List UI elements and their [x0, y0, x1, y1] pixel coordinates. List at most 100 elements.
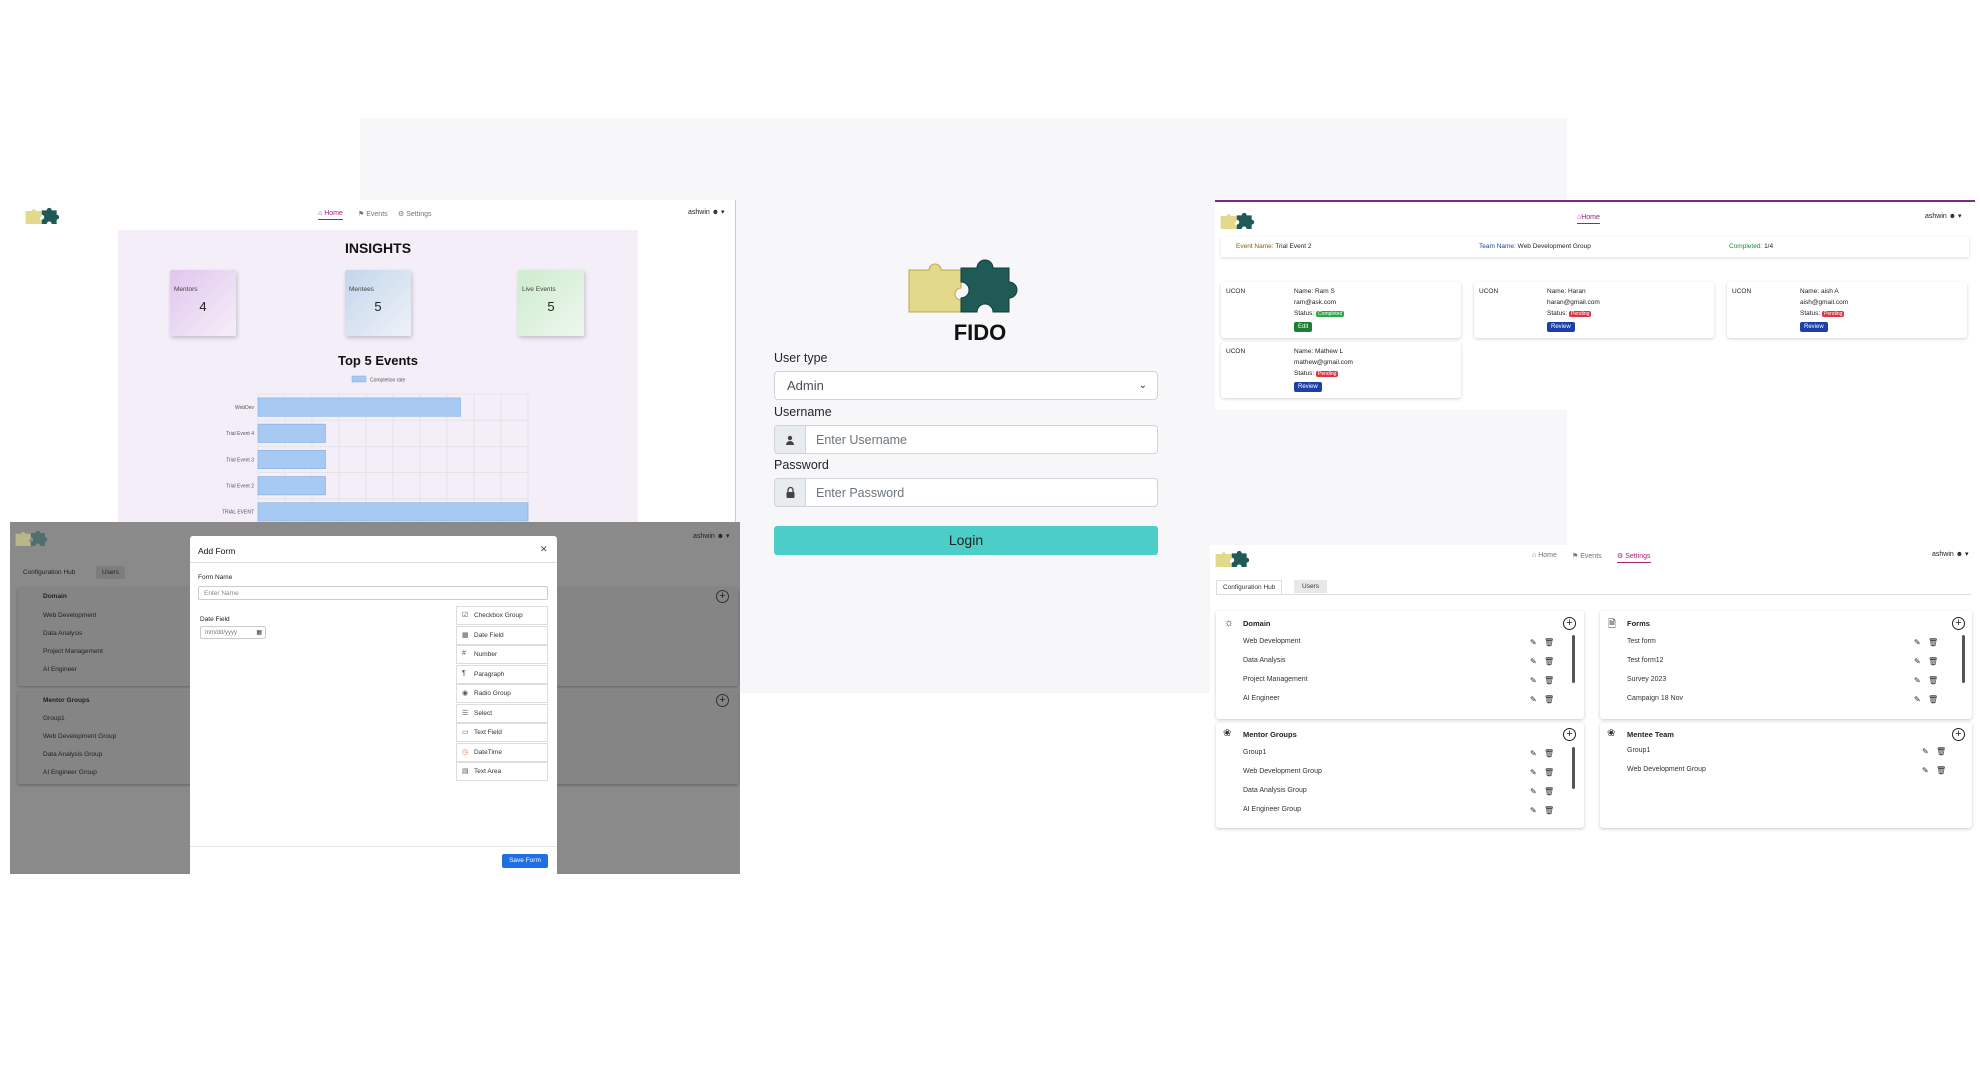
add-mentor-group-icon[interactable]: +: [716, 694, 729, 707]
user-menu[interactable]: ashwin ☻ ▾: [1932, 550, 1969, 558]
mentee-status: Status: Pending: [1294, 370, 1339, 377]
tab-configuration-hub[interactable]: Configuration Hub: [23, 569, 75, 576]
domain-item: AI Engineer: [43, 666, 77, 673]
date-field-input[interactable]: mm/dd/yyyy ▦: [200, 626, 266, 639]
add-form-icon[interactable]: +: [1952, 617, 1965, 630]
scrollbar[interactable]: [1572, 747, 1575, 789]
add-domain-icon[interactable]: +: [1563, 617, 1576, 630]
delete-icon[interactable]: 🗑: [1544, 657, 1554, 666]
edit-icon[interactable]: ✎: [1530, 676, 1537, 685]
tab-users[interactable]: Users: [96, 566, 125, 579]
username-input[interactable]: Enter Username: [806, 425, 1158, 454]
nav-settings[interactable]: ⚙ Settings: [398, 210, 432, 218]
mentee-name: Name: Mathew L: [1294, 348, 1344, 355]
modal-title: Add Form: [198, 546, 236, 556]
user-menu[interactable]: ashwin ☻ ▾: [693, 532, 730, 540]
group-icon: ❀: [1607, 728, 1616, 739]
domain-item: AI Engineer: [1243, 695, 1280, 702]
save-form-button[interactable]: Save Form: [502, 854, 548, 868]
delete-icon[interactable]: 🗑: [1544, 768, 1554, 777]
edit-icon[interactable]: ✎: [1530, 768, 1537, 777]
review-button[interactable]: Review: [1294, 382, 1322, 392]
form-item: Survey 2023: [1627, 676, 1667, 683]
palette-text-area[interactable]: ▤ Text Area: [456, 762, 548, 781]
y-tick-label: Trial Event 3: [226, 457, 254, 463]
scrollbar[interactable]: [1572, 635, 1575, 683]
delete-icon[interactable]: 🗑: [1544, 787, 1554, 796]
edit-icon[interactable]: ✎: [1914, 695, 1921, 704]
edit-icon[interactable]: ✎: [1530, 657, 1537, 666]
palette-checkbox-group[interactable]: ☑ Checkbox Group: [456, 606, 548, 625]
user-menu[interactable]: ashwin ☻ ▾: [1925, 212, 1962, 220]
mentee-name: Name: aish A: [1800, 288, 1839, 295]
delete-icon[interactable]: 🗑: [1544, 676, 1554, 685]
nav-home[interactable]: ⌂ Home: [318, 210, 343, 220]
forms-title: Forms: [1627, 619, 1650, 628]
nav-home[interactable]: ⌂Home: [1577, 214, 1600, 224]
add-mentee-team-icon[interactable]: +: [1952, 728, 1965, 741]
paragraph-icon: ¶: [462, 669, 466, 677]
mentor-group-item: Group1: [1243, 749, 1267, 756]
edit-icon[interactable]: ✎: [1914, 676, 1921, 685]
username-label: Username: [774, 405, 832, 419]
edit-icon[interactable]: ✎: [1530, 806, 1537, 815]
live-events-label: Live Events: [522, 286, 556, 293]
edit-icon[interactable]: ✎: [1922, 766, 1929, 775]
delete-icon[interactable]: 🗑: [1936, 747, 1946, 756]
radio-group-icon: ◉: [462, 690, 469, 697]
user-type-select[interactable]: Admin ⌄: [774, 371, 1158, 400]
edit-button[interactable]: Edit: [1294, 322, 1313, 332]
chevron-down-icon: ⌄: [1138, 380, 1147, 391]
nav-events[interactable]: ⚑ Events: [1572, 552, 1602, 560]
nav-events[interactable]: ⚑ Events: [358, 210, 388, 218]
palette-number[interactable]: # Number: [456, 645, 548, 664]
palette-datetime[interactable]: ◷ DateTime: [456, 742, 548, 762]
edit-icon[interactable]: ✎: [1530, 787, 1537, 796]
palette-text-field[interactable]: ▭ Text Field: [456, 723, 548, 742]
edit-icon[interactable]: ✎: [1530, 749, 1537, 758]
tab-configuration-hub[interactable]: Configuration Hub: [1216, 580, 1283, 594]
delete-icon[interactable]: 🗑: [1936, 766, 1946, 775]
status-badge: Completed: [1316, 311, 1345, 317]
delete-icon[interactable]: 🗑: [1544, 749, 1554, 758]
login-button[interactable]: Login: [774, 526, 1158, 555]
review-button[interactable]: Review: [1800, 322, 1828, 332]
add-mentor-group-icon[interactable]: +: [1563, 728, 1576, 741]
delete-icon[interactable]: 🗑: [1544, 695, 1554, 704]
nav-home[interactable]: ⌂ Home: [1532, 552, 1557, 559]
tab-divider: [1216, 594, 1971, 595]
password-input[interactable]: Enter Password: [806, 478, 1158, 507]
tab-users[interactable]: Users: [1294, 580, 1327, 593]
edit-icon[interactable]: ✎: [1914, 657, 1921, 666]
delete-icon[interactable]: 🗑: [1928, 657, 1938, 666]
completed-count: Completed: 1/4: [1729, 243, 1774, 250]
edit-icon[interactable]: ✎: [1530, 695, 1537, 704]
nav-settings[interactable]: ⚙ Settings: [1617, 552, 1651, 563]
form-name-label: Form Name: [198, 574, 233, 581]
close-icon[interactable]: ✕: [540, 544, 548, 555]
insights-window: ⌂ Home ⚑ Events ⚙ Settings ashwin ☻ ▾ IN…: [10, 200, 736, 522]
date-field-label: Date Field: [200, 616, 230, 623]
palette-radio-group[interactable]: ◉ Radio Group: [456, 684, 548, 703]
review-button[interactable]: Review: [1547, 322, 1575, 332]
delete-icon[interactable]: 🗑: [1928, 695, 1938, 704]
delete-icon[interactable]: 🗑: [1928, 676, 1938, 685]
palette-date-field[interactable]: ▦ Date Field: [456, 625, 548, 645]
edit-icon[interactable]: ✎: [1914, 638, 1921, 647]
palette-paragraph[interactable]: ¶ Paragraph: [456, 664, 548, 684]
edit-icon[interactable]: ✎: [1530, 638, 1537, 647]
delete-icon[interactable]: 🗑: [1544, 806, 1554, 815]
fido-logo-icon: [15, 530, 48, 546]
domain-item: Web Development: [1243, 638, 1301, 645]
insights-title: INSIGHTS: [344, 240, 412, 256]
live-events-card: Live Events 5: [518, 270, 584, 336]
mentee-card: UCON Name: Mathew L mathew@gmail.com Sta…: [1221, 342, 1461, 398]
add-domain-icon[interactable]: +: [716, 590, 729, 603]
delete-icon[interactable]: 🗑: [1928, 638, 1938, 647]
scrollbar[interactable]: [1962, 635, 1965, 683]
delete-icon[interactable]: 🗑: [1544, 638, 1554, 647]
palette-select[interactable]: ☰ Select: [456, 703, 548, 723]
edit-icon[interactable]: ✎: [1922, 747, 1929, 756]
form-name-input[interactable]: Enter Name: [198, 586, 548, 600]
user-menu[interactable]: ashwin ☻ ▾: [688, 208, 725, 216]
